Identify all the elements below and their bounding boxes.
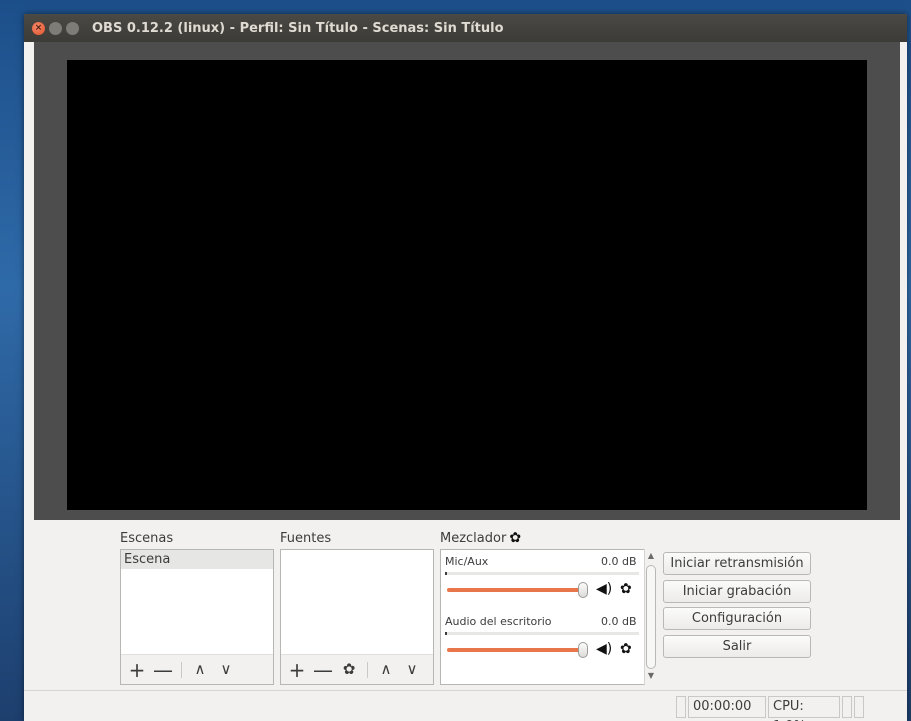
mixer-gear-icon[interactable]: ✿ [509, 530, 521, 546]
move-scene-up-button[interactable]: ∧ [190, 662, 210, 677]
toolbar-separator [367, 661, 368, 678]
mixer-channel-db: 0.0 dB [601, 615, 637, 628]
preview-area [34, 42, 900, 520]
source-properties-gear-icon[interactable]: ✿ [339, 662, 359, 677]
desktop-audio-knob[interactable] [578, 642, 588, 658]
recording-time: 00:00:00 [688, 696, 766, 718]
minimize-window-icon[interactable] [49, 21, 62, 35]
remove-source-button[interactable]: — [313, 660, 333, 680]
gear-icon[interactable]: ✿ [620, 642, 632, 656]
mic-volume-slider[interactable] [447, 588, 581, 592]
maximize-window-icon[interactable] [66, 21, 79, 35]
remove-scene-button[interactable]: — [153, 660, 173, 680]
mic-volume-knob[interactable] [578, 582, 588, 598]
mixer-channel-name: Mic/Aux [445, 555, 489, 568]
cpu-usage: CPU: 1.9% [768, 696, 840, 721]
scenes-toolbar: + — ∧ ∨ [121, 654, 273, 684]
add-scene-button[interactable]: + [127, 660, 147, 680]
sources-toolbar: + — ✿ ∧ ∨ [281, 654, 433, 684]
speaker-icon[interactable]: ◀) [596, 642, 612, 656]
mixer-panel: Mic/Aux 0.0 dB ◀) ✿ Audio del escritorio… [440, 549, 656, 685]
move-source-down-button[interactable]: ∨ [402, 662, 422, 677]
mixer-channel-name: Audio del escritorio [445, 615, 552, 628]
status-cell [854, 696, 864, 718]
close-window-icon[interactable]: × [32, 21, 45, 35]
desktop-audio-slider[interactable] [447, 648, 581, 652]
start-stream-button[interactable]: Iniciar retransmisión [663, 552, 811, 575]
add-source-button[interactable]: + [287, 660, 307, 680]
scroll-down-icon[interactable]: ▼ [646, 671, 656, 683]
settings-button[interactable]: Configuración [663, 607, 811, 630]
mixer-scrollbar[interactable]: ▲ ▼ [644, 549, 656, 685]
mixer-channel-db: 0.0 dB [601, 555, 637, 568]
status-cell [842, 696, 852, 718]
window-title: OBS 0.12.2 (linux) - Perfil: Sin Título … [92, 20, 504, 36]
status-bar: 00:00:00 CPU: 1.9% [24, 690, 907, 721]
scroll-up-icon[interactable]: ▲ [646, 551, 656, 563]
start-record-button[interactable]: Iniciar grabación [663, 580, 811, 603]
speaker-icon[interactable]: ◀) [596, 582, 612, 596]
desktop-audio-meter [445, 632, 639, 635]
obs-window: × OBS 0.12.2 (linux) - Perfil: Sin Títul… [24, 14, 907, 721]
mixer-header: Mezclador ✿ [440, 530, 521, 546]
move-source-up-button[interactable]: ∧ [376, 662, 396, 677]
scroll-thumb[interactable] [646, 565, 656, 669]
exit-button[interactable]: Salir [663, 635, 811, 658]
scene-item[interactable]: Escena [121, 550, 273, 569]
mic-volume-meter [445, 572, 639, 575]
mixer-label: Mezclador [440, 530, 507, 546]
preview-canvas[interactable] [67, 60, 867, 510]
move-scene-down-button[interactable]: ∨ [216, 662, 236, 677]
scenes-label: Escenas [120, 531, 174, 546]
title-bar: × OBS 0.12.2 (linux) - Perfil: Sin Títul… [24, 14, 907, 42]
toolbar-separator [181, 661, 182, 678]
sources-label: Fuentes [280, 531, 332, 546]
status-cell [676, 696, 686, 718]
gear-icon[interactable]: ✿ [620, 582, 632, 596]
